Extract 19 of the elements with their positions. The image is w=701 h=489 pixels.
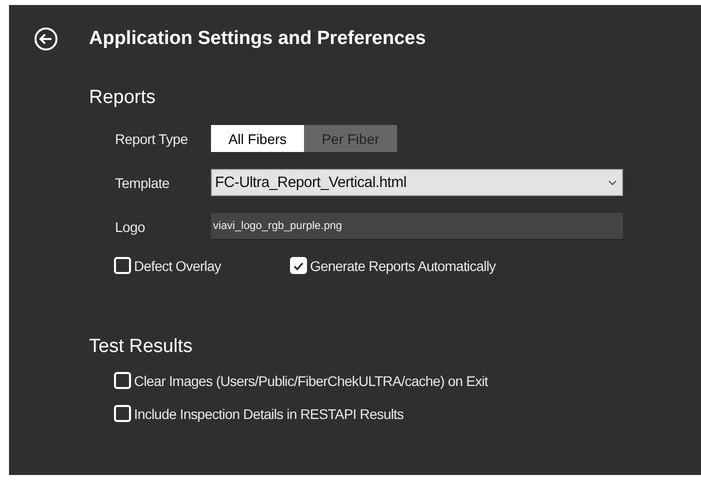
section-heading: Test Results: [89, 336, 194, 358]
checkbox[interactable]: [290, 257, 307, 274]
logo-field[interactable]: viavi_logo_rgb_purple.png: [211, 213, 623, 240]
checkbox[interactable]: [114, 372, 131, 389]
checkbox-label: Include Inspection Details in RESTAPI Results: [134, 406, 404, 422]
checkbox-label: Generate Reports Automatically: [310, 258, 496, 274]
chevron-down-icon: [608, 180, 617, 186]
page-title: Application Settings and Preferences: [89, 28, 426, 50]
checkbox[interactable]: [114, 257, 131, 274]
field-label: Report Type: [114, 130, 189, 146]
checkbox-label: Clear Images (Users/Public/FiberChekULTRA/cache) on Exit: [134, 372, 488, 388]
report-type-option[interactable]: All Fibers: [211, 125, 304, 152]
checkbox[interactable]: [114, 405, 131, 422]
section-heading: Reports: [89, 87, 157, 109]
field-label: Template: [114, 174, 170, 190]
checkbox-label: Defect Overlay: [134, 258, 221, 274]
field-label: Logo: [114, 218, 146, 234]
back-icon[interactable]: [34, 27, 58, 51]
template-dropdown[interactable]: FC-Ultra_Report_Vertical.html: [211, 169, 623, 196]
